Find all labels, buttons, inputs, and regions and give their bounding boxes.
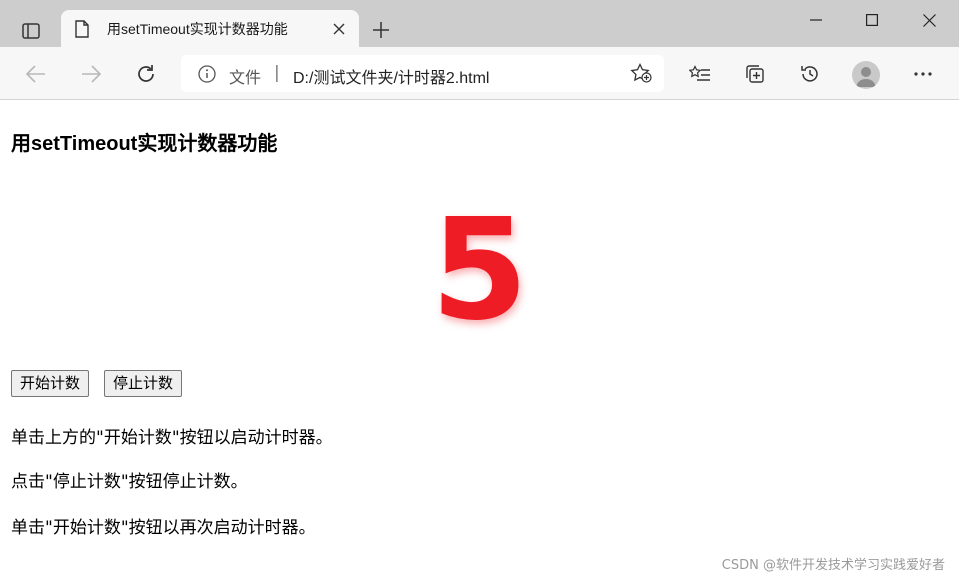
address-url[interactable]: D:/测试文件夹/计时器2.html [293, 64, 489, 88]
address-bar[interactable]: 文件 | D:/测试文件夹/计时器2.html [181, 55, 664, 92]
profile-avatar[interactable] [852, 61, 880, 89]
tab-actions-icon[interactable] [10, 15, 52, 47]
page-content: 用setTimeout实现计数器功能 5 开始计数 停止计数 单击上方的"开始计… [0, 100, 959, 580]
instruction-stop: 点击"停止计数"按钮停止计数。 [11, 472, 248, 492]
stop-count-button[interactable]: 停止计数 [104, 370, 183, 397]
address-scheme-label: 文件 [229, 70, 262, 87]
watermark: CSDN @软件开发技术学习实践爱好者 [721, 558, 945, 573]
instruction-restart: 单击"开始计数"按钮以再次启动计时器。 [11, 518, 316, 538]
tab-title: 用setTimeout实现计数器功能 [107, 20, 288, 37]
start-count-button[interactable]: 开始计数 [11, 370, 90, 397]
info-icon[interactable] [198, 65, 216, 83]
browser-toolbar: 文件 | D:/测试文件夹/计时器2.html [0, 47, 959, 100]
instruction-start: 单击上方的"开始计数"按钮以启动计时器。 [11, 428, 333, 448]
back-arrow-icon[interactable] [20, 58, 52, 90]
history-icon[interactable] [794, 58, 826, 90]
maximize-icon[interactable] [848, 5, 896, 35]
tab-strip: 用setTimeout实现计数器功能 [0, 0, 959, 47]
more-icon[interactable] [907, 58, 939, 90]
browser-tab[interactable]: 用setTimeout实现计数器功能 [61, 10, 359, 47]
refresh-icon[interactable] [130, 58, 162, 90]
address-separator: | [274, 63, 280, 83]
close-icon[interactable] [325, 15, 353, 43]
close-window-icon[interactable] [905, 5, 953, 35]
page-title: 用setTimeout实现计数器功能 [11, 133, 278, 155]
document-icon [75, 19, 91, 38]
minimize-icon[interactable] [792, 5, 840, 35]
counter-display: 5 [430, 189, 529, 352]
collections-icon[interactable] [739, 58, 771, 90]
plus-icon[interactable] [367, 16, 395, 44]
favorites-list-icon[interactable] [684, 58, 716, 90]
forward-arrow-icon[interactable] [75, 58, 107, 90]
star-plus-icon[interactable] [630, 63, 652, 83]
